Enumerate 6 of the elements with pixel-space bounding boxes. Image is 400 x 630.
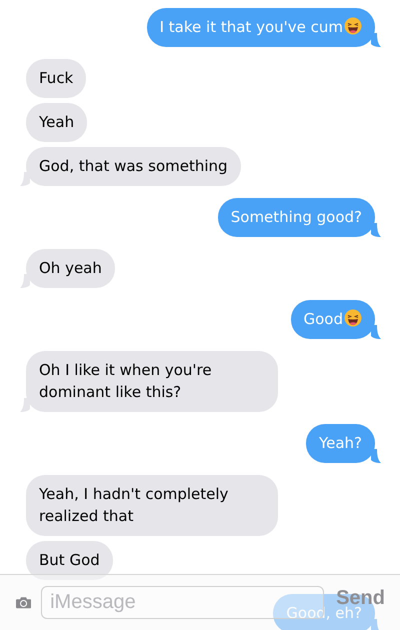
received-message: Yeah, I hadn't completely realized that [26,475,278,536]
received-message: But God [26,541,113,580]
received-message: Fuck [26,59,86,98]
laughing-emoji-icon [344,17,362,35]
received-message: Yeah [26,103,88,142]
laughing-emoji-icon [344,309,362,327]
